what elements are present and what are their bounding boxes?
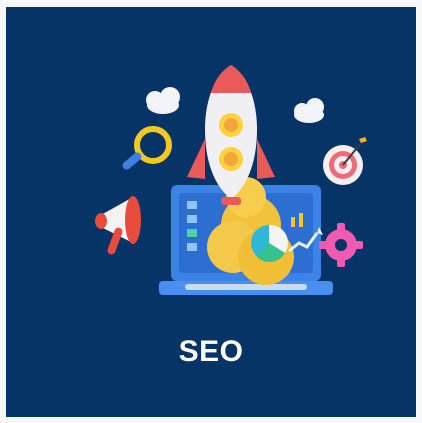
magnifier-icon	[122, 126, 172, 170]
gear-icon	[319, 223, 363, 267]
cloud-icon	[294, 98, 324, 123]
card-title: SEO	[178, 335, 244, 368]
megaphone-icon	[95, 196, 141, 255]
seo-card[interactable]: SEO	[6, 7, 416, 417]
target-icon	[323, 137, 367, 185]
seo-illustration	[95, 65, 367, 295]
cloud-icon	[146, 87, 180, 114]
rocket-icon	[187, 65, 275, 205]
page-frame: SEO	[0, 0, 422, 423]
